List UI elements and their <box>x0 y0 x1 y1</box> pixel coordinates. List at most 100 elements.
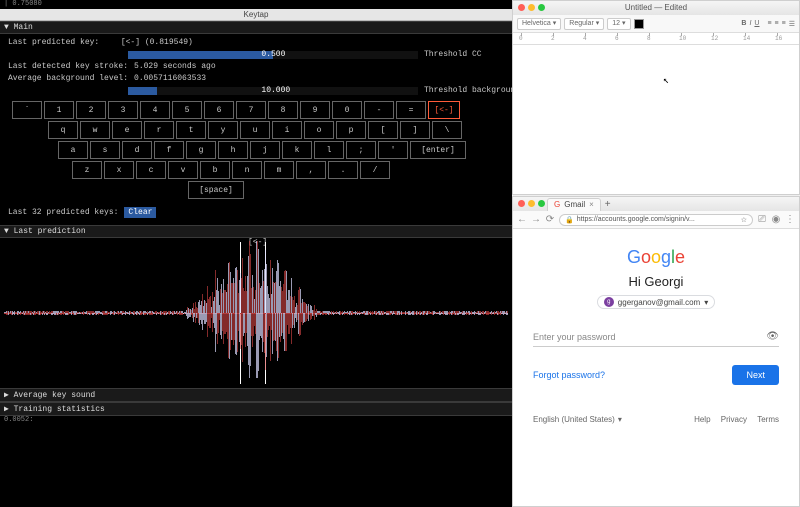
key-z[interactable]: z <box>72 161 102 179</box>
minimize-icon[interactable] <box>528 200 535 207</box>
key-k[interactable]: k <box>282 141 312 159</box>
key-v[interactable]: v <box>168 161 198 179</box>
italic-icon[interactable]: I <box>749 20 751 27</box>
underline-icon[interactable]: U <box>754 20 759 27</box>
ruler[interactable]: 0246810121416 <box>513 33 799 45</box>
star-icon[interactable]: ☆ <box>741 216 747 224</box>
document-canvas[interactable]: ↖ <box>513 45 799 194</box>
key-space[interactable]: [space] <box>188 181 244 199</box>
align-center-icon[interactable]: ≡ <box>775 20 779 27</box>
forward-icon[interactable]: → <box>531 214 541 225</box>
key-[interactable]: = <box>396 101 426 119</box>
key-[interactable]: / <box>360 161 390 179</box>
key-c[interactable]: c <box>136 161 166 179</box>
key-d[interactable]: d <box>122 141 152 159</box>
key-9[interactable]: 9 <box>300 101 330 119</box>
key-[interactable]: . <box>328 161 358 179</box>
zoom-icon[interactable] <box>538 200 545 207</box>
reload-icon[interactable]: ⟳ <box>545 214 555 225</box>
key-1[interactable]: 1 <box>44 101 74 119</box>
chrome-titlebar[interactable]: G Gmail × + <box>513 197 799 211</box>
show-password-icon[interactable]: 👁 <box>766 331 779 342</box>
key-p[interactable]: p <box>336 121 366 139</box>
key-enter[interactable]: [enter] <box>410 141 466 159</box>
address-bar[interactable]: 🔒 https://accounts.google.com/signin/v..… <box>559 214 753 226</box>
key-h[interactable]: h <box>218 141 248 159</box>
threshold-bg-slider[interactable]: 10.000 <box>128 87 418 95</box>
key-[interactable]: , <box>296 161 326 179</box>
section-avg-key-sound-header[interactable]: ▶ Average key sound <box>0 388 512 402</box>
language-select[interactable]: English (United States)▾ <box>533 415 622 424</box>
section-training-stats-header[interactable]: ▶ Training statistics <box>0 402 512 416</box>
zoom-icon[interactable] <box>538 4 545 11</box>
key-s[interactable]: s <box>90 141 120 159</box>
key-[interactable]: \ <box>432 121 462 139</box>
key-l[interactable]: l <box>314 141 344 159</box>
key-o[interactable]: o <box>304 121 334 139</box>
key-[interactable]: ; <box>346 141 376 159</box>
account-chip[interactable]: g ggerganov@gmail.com ▾ <box>597 295 715 309</box>
menu-icon[interactable]: ⋮ <box>785 214 795 225</box>
textedit-titlebar[interactable]: Untitled — Edited <box>513 1 799 15</box>
key-3[interactable]: 3 <box>108 101 138 119</box>
key-b[interactable]: b <box>200 161 230 179</box>
password-field[interactable]: Enter your password 👁 <box>533 327 779 347</box>
key-y[interactable]: y <box>208 121 238 139</box>
clear-button[interactable]: Clear <box>124 207 156 218</box>
threshold-cc-slider[interactable]: 0.500 <box>128 51 418 59</box>
font-style-select[interactable]: Regular ▾ <box>564 18 604 30</box>
section-main-header[interactable]: ▼ Main <box>0 21 512 34</box>
key-2[interactable]: 2 <box>76 101 106 119</box>
key-[interactable]: [ <box>368 121 398 139</box>
key-7[interactable]: 7 <box>236 101 266 119</box>
privacy-link[interactable]: Privacy <box>721 415 747 424</box>
key-4[interactable]: 4 <box>140 101 170 119</box>
key-f[interactable]: f <box>154 141 184 159</box>
tab-close-icon[interactable]: × <box>589 200 594 209</box>
traffic-lights[interactable] <box>518 200 545 207</box>
key-r[interactable]: r <box>144 121 174 139</box>
help-link[interactable]: Help <box>694 415 710 424</box>
key-a[interactable]: a <box>58 141 88 159</box>
tab-gmail[interactable]: G Gmail × <box>547 198 601 211</box>
new-tab-button[interactable]: + <box>605 199 611 210</box>
terms-link[interactable]: Terms <box>757 415 779 424</box>
key-0[interactable]: 0 <box>332 101 362 119</box>
bold-icon[interactable]: B <box>741 20 746 27</box>
font-size-select[interactable]: 12 ▾ <box>607 18 630 30</box>
traffic-lights[interactable] <box>518 4 545 11</box>
close-icon[interactable] <box>518 200 525 207</box>
forgot-password-link[interactable]: Forgot password? <box>533 370 605 380</box>
key-q[interactable]: q <box>48 121 78 139</box>
align-right-icon[interactable]: ≡ <box>782 20 786 27</box>
next-button[interactable]: Next <box>732 365 779 385</box>
close-icon[interactable] <box>518 4 525 11</box>
back-icon[interactable]: ← <box>517 214 527 225</box>
section-last-prediction-header[interactable]: ▼ Last prediction <box>0 225 512 238</box>
key-t[interactable]: t <box>176 121 206 139</box>
key-u[interactable]: u <box>240 121 270 139</box>
key-5[interactable]: 5 <box>172 101 202 119</box>
profile-icon[interactable]: ◉ <box>771 214 781 225</box>
key-g[interactable]: g <box>186 141 216 159</box>
cast-icon[interactable]: ⎚ <box>757 214 767 225</box>
key-6[interactable]: 6 <box>204 101 234 119</box>
font-family-select[interactable]: Helvetica ▾ <box>517 18 561 30</box>
key-m[interactable]: m <box>264 161 294 179</box>
key-8[interactable]: 8 <box>268 101 298 119</box>
text-color-icon[interactable] <box>634 19 644 29</box>
key-e[interactable]: e <box>112 121 142 139</box>
minimize-icon[interactable] <box>528 4 535 11</box>
key-[interactable]: ` <box>12 101 42 119</box>
key-x[interactable]: x <box>104 161 134 179</box>
key-[interactable]: - <box>364 101 394 119</box>
key-i[interactable]: i <box>272 121 302 139</box>
key-n[interactable]: n <box>232 161 262 179</box>
key-w[interactable]: w <box>80 121 110 139</box>
key-j[interactable]: j <box>250 141 280 159</box>
align-left-icon[interactable]: ≡ <box>767 20 771 27</box>
list-icon[interactable]: ☰ <box>789 20 795 28</box>
key-[interactable]: ' <box>378 141 408 159</box>
key-[interactable]: ] <box>400 121 430 139</box>
key-[interactable]: [<-] <box>428 101 460 119</box>
